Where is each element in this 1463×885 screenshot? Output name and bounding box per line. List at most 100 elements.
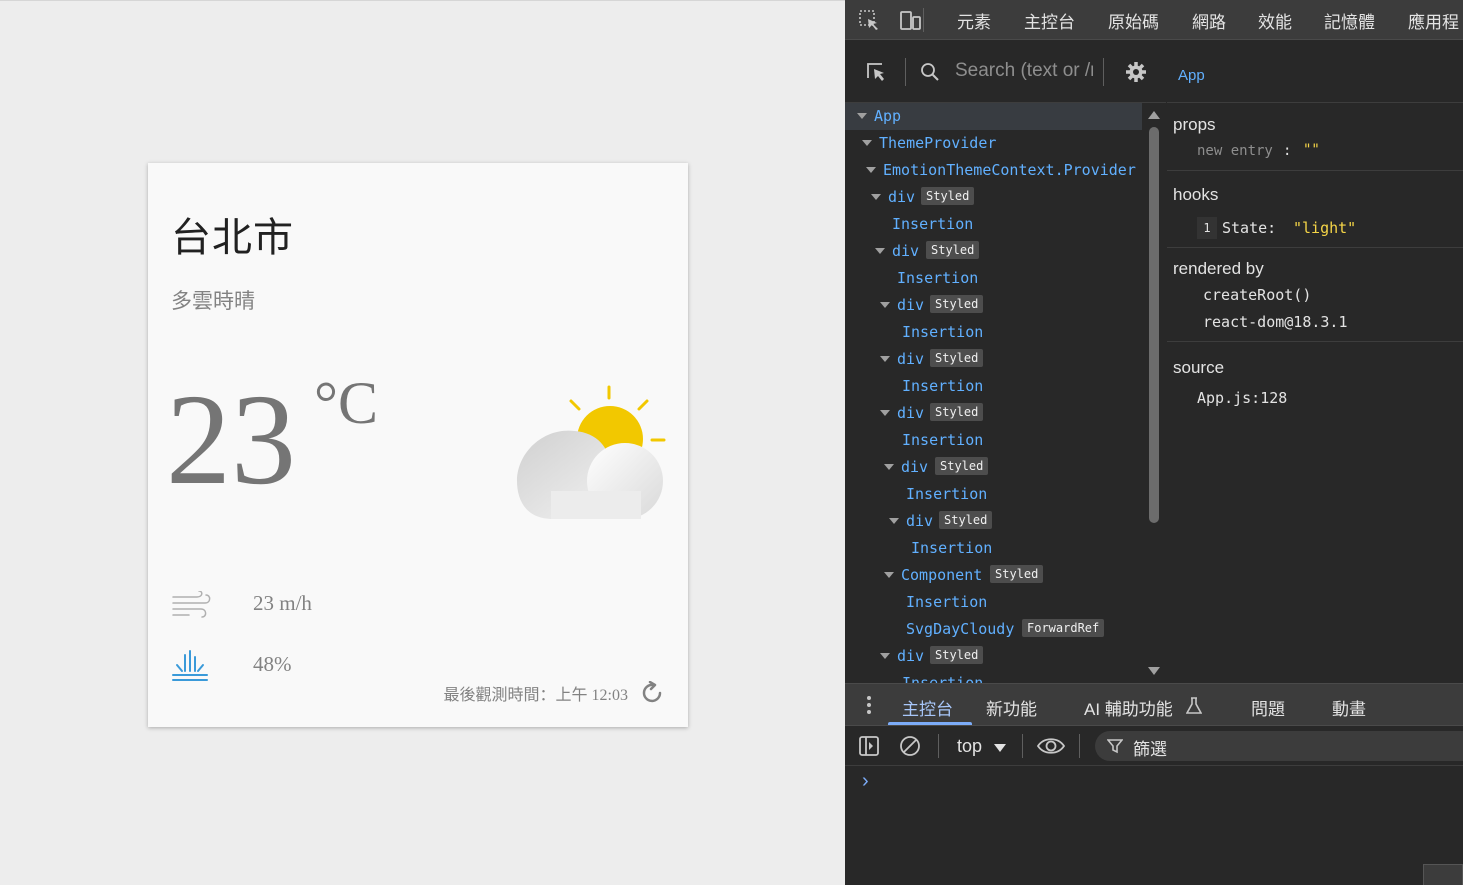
colon: : — [1283, 143, 1292, 159]
location-title: 台北市 — [171, 215, 294, 261]
sidebar-toggle-icon[interactable] — [858, 735, 880, 757]
tab-memory[interactable]: 記憶體 — [1324, 8, 1375, 33]
components-tree-panel: Search (text or /regex/) App ThemeProvid… — [845, 41, 1166, 683]
wind-icon — [172, 591, 211, 618]
props-title: props — [1173, 115, 1216, 134]
drawer-tab-whats-new[interactable]: 新功能 — [986, 695, 1037, 720]
tree-badge: Styled — [930, 646, 984, 664]
tree-row[interactable]: div Styled — [845, 400, 1142, 427]
console-prompt-icon[interactable]: › — [862, 770, 869, 793]
scroll-up-icon[interactable] — [1148, 111, 1160, 119]
rain-probability: 48% — [253, 652, 292, 676]
tree-badge: Styled — [921, 187, 975, 205]
temperature-unit: °C — [314, 370, 379, 436]
hook-value[interactable]: "light" — [1293, 219, 1356, 237]
props-section: props new entry : "" — [1167, 103, 1463, 171]
rendered-by-item: react-dom@18.3.1 — [1203, 313, 1348, 331]
inspect-element-icon[interactable] — [857, 8, 881, 32]
rendered-by-item: createRoot() — [1203, 286, 1312, 304]
tree-row[interactable]: div Styled — [845, 238, 1142, 265]
tree-row[interactable]: Insertion — [845, 427, 1142, 454]
console-filter-input[interactable]: 篩選 — [1095, 731, 1463, 761]
tree-row[interactable]: Insertion — [845, 319, 1142, 346]
drawer-tab-ai-assistance[interactable]: AI 輔助功能 — [1084, 695, 1173, 720]
observation-time: 最後觀測時間：上午 12:03 — [443, 687, 628, 704]
live-expression-eye-icon[interactable] — [1036, 735, 1066, 757]
tree-row[interactable]: div Styled — [845, 454, 1142, 481]
tree-row[interactable]: Insertion — [845, 481, 1142, 508]
toolbar-separator — [1079, 734, 1080, 758]
tree-row[interactable]: Insertion — [845, 589, 1142, 616]
tree-row[interactable]: div Styled — [845, 508, 1142, 535]
drawer-tabs: 主控台 新功能 AI 輔助功能 問題 動畫 — [845, 684, 1463, 726]
settings-gear-icon[interactable] — [1124, 60, 1148, 84]
tree-row[interactable]: div Styled — [845, 292, 1142, 319]
temperature-value: 23 — [166, 368, 296, 512]
hooks-title: hooks — [1173, 185, 1219, 204]
tree-row[interactable]: Insertion — [845, 265, 1142, 292]
console-drawer: 主控台 新功能 AI 輔助功能 問題 動畫 top 篩選 › — [845, 683, 1463, 885]
tree-row[interactable]: App — [845, 103, 1142, 130]
tree-badge: Styled — [930, 349, 984, 367]
drawer-tab-console[interactable]: 主控台 — [902, 695, 953, 720]
source-file-link[interactable]: App.js:128 — [1197, 389, 1287, 407]
tree-row[interactable]: EmotionThemeContext.Provider — [845, 157, 1142, 184]
tree-row[interactable]: div Styled — [845, 346, 1142, 373]
selected-component-name: App — [1178, 67, 1205, 84]
tree-row[interactable]: SvgDayCloudy ForwardRef — [845, 616, 1142, 643]
tree-row[interactable]: Insertion — [845, 211, 1142, 238]
search-icon — [921, 63, 939, 81]
tree-badge: Styled — [990, 565, 1044, 583]
scroll-down-icon[interactable] — [1148, 667, 1160, 675]
tree-row[interactable]: Component Styled — [845, 562, 1142, 589]
toolbar-separator — [923, 8, 924, 32]
scroll-thumb[interactable] — [1149, 127, 1159, 523]
app-page: 台北市 多雲時晴 23 °C 23 m/h 48% 最後觀測時間：上午 12:0… — [0, 0, 845, 885]
tab-elements[interactable]: 元素 — [957, 8, 991, 33]
tab-performance[interactable]: 效能 — [1258, 8, 1292, 33]
tab-console[interactable]: 主控台 — [1024, 8, 1075, 33]
selected-component-header: App — [1167, 41, 1463, 103]
refresh-icon[interactable] — [641, 681, 665, 705]
device-toolbar-icon[interactable] — [898, 8, 922, 32]
wind-speed: 23 m/h — [253, 591, 312, 615]
tree-badge: Styled — [935, 457, 989, 475]
devtools-panel: 元素 主控台 原始碼 網路 效能 記憶體 應用程 Search (text or… — [845, 0, 1463, 885]
new-entry-key[interactable]: new entry — [1197, 143, 1273, 159]
clear-console-icon[interactable] — [899, 735, 921, 757]
tree-row[interactable]: div Styled — [845, 184, 1142, 211]
tree-row[interactable]: div Styled — [845, 643, 1142, 670]
tree-badge: Styled — [930, 295, 984, 313]
filter-funnel-icon — [1107, 739, 1123, 754]
tab-sources[interactable]: 原始碼 — [1108, 8, 1159, 33]
tab-application[interactable]: 應用程 — [1408, 8, 1459, 33]
dropdown-arrow-icon[interactable] — [994, 744, 1006, 752]
drawer-tab-animations[interactable]: 動畫 — [1332, 695, 1366, 720]
tree-row[interactable]: ThemeProvider — [845, 130, 1142, 157]
toolbar-separator — [1103, 58, 1104, 86]
drawer-tab-issues[interactable]: 問題 — [1251, 695, 1285, 720]
tree-badge: Styled — [926, 241, 980, 259]
rendered-by-section: rendered by createRoot() react-dom@18.3.… — [1167, 248, 1463, 342]
source-title: source — [1173, 358, 1225, 377]
new-entry-value[interactable]: "" — [1303, 142, 1320, 158]
flask-icon — [1186, 697, 1202, 714]
tree-badge: Styled — [930, 403, 984, 421]
tree-row[interactable]: Insertion — [845, 373, 1142, 400]
rendered-by-title: rendered by — [1173, 259, 1264, 278]
select-component-icon[interactable] — [864, 60, 888, 84]
context-selector[interactable]: top — [957, 736, 982, 757]
tree-row[interactable]: Insertion — [845, 670, 1142, 683]
toolbar-separator — [1022, 734, 1023, 758]
hook-index: 1 — [1197, 217, 1217, 239]
component-tree: App ThemeProvider EmotionThemeContext.Pr… — [845, 103, 1142, 683]
tree-row[interactable]: Insertion — [845, 535, 1142, 562]
tab-network[interactable]: 網路 — [1192, 8, 1226, 33]
more-options-icon[interactable] — [865, 695, 873, 715]
source-section: source App.js:128 — [1167, 342, 1463, 422]
console-toolbar: top 篩選 — [845, 726, 1463, 766]
toolbar-separator — [905, 58, 906, 86]
tree-scrollbar[interactable] — [1142, 103, 1166, 683]
weather-description: 多雲時晴 — [171, 289, 255, 313]
component-search-input[interactable]: Search (text or /regex/) — [955, 60, 1093, 82]
